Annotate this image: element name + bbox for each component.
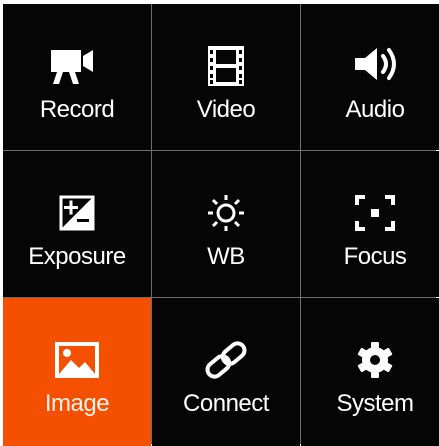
menu-item-label: Image <box>44 390 110 417</box>
menu-item-label: Video <box>196 96 256 123</box>
film-strip-icon <box>198 42 254 98</box>
menu-item-label: Audio <box>345 96 405 123</box>
menu-item-label: Focus <box>343 243 407 270</box>
menu-item-wb[interactable]: WB <box>152 151 300 297</box>
menu-item-system[interactable]: System <box>301 298 439 446</box>
menu-item-exposure[interactable]: Exposure <box>3 151 151 297</box>
menu-item-label: Exposure <box>28 243 126 270</box>
focus-frame-icon <box>347 189 403 245</box>
image-icon <box>49 336 105 392</box>
settings-menu-grid: Record Video Audio Exposure WB Focus Ima… <box>3 4 439 446</box>
exposure-compensation-icon <box>49 189 105 245</box>
menu-item-focus[interactable]: Focus <box>301 151 439 297</box>
menu-item-connect[interactable]: Connect <box>152 298 300 446</box>
menu-item-label: System <box>336 390 414 417</box>
speaker-icon <box>347 42 403 98</box>
menu-item-label: WB <box>207 243 245 270</box>
sun-icon <box>198 189 254 245</box>
menu-item-image[interactable]: Image <box>3 298 151 446</box>
link-icon <box>198 336 254 392</box>
menu-item-audio[interactable]: Audio <box>301 4 439 150</box>
menu-item-video[interactable]: Video <box>152 4 300 150</box>
menu-item-label: Record <box>39 96 115 123</box>
menu-item-label: Connect <box>183 390 269 417</box>
video-camera-icon <box>49 42 105 98</box>
menu-item-record[interactable]: Record <box>3 4 151 150</box>
gear-icon <box>347 336 403 392</box>
